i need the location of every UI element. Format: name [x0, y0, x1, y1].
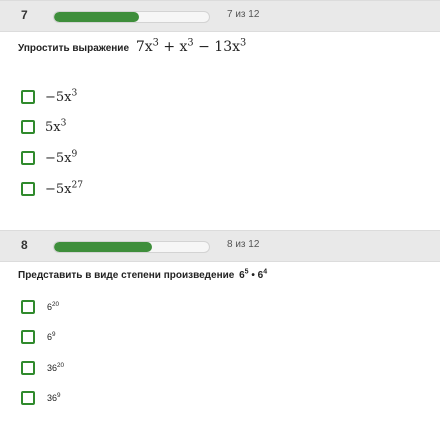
answer-label: 3620: [47, 362, 65, 373]
expression-term: 7x: [135, 39, 153, 55]
expression-operator: −: [198, 39, 210, 55]
answer-checkbox[interactable]: [21, 151, 35, 165]
answer-label: 620: [47, 301, 60, 312]
expression-exponent: 3: [240, 37, 247, 49]
answer-label: −5x3: [45, 88, 78, 105]
question-prompt: Упростить выражение 7x3 + x3 − 13x3: [18, 37, 247, 55]
answer-checkbox[interactable]: [21, 90, 35, 104]
expression: 7x3 + x3 − 13x3: [135, 37, 247, 55]
expression-exponent: 5: [244, 268, 249, 276]
answer-option[interactable]: 69: [21, 327, 56, 347]
answer-checkbox[interactable]: [21, 120, 35, 134]
expression-exponent: 4: [263, 268, 268, 276]
expression-operator: +: [163, 39, 176, 55]
answer-label: 369: [47, 392, 61, 403]
answer-option[interactable]: 620: [21, 297, 59, 317]
answer-label: −5x27: [45, 180, 84, 197]
answer-option[interactable]: 3620: [21, 358, 64, 378]
question-counter: 8 из 12: [227, 239, 260, 250]
progress-bar: [53, 11, 210, 23]
answer-label: −5x9: [45, 149, 78, 166]
answer-option[interactable]: −5x27: [21, 179, 83, 199]
answer-checkbox[interactable]: [21, 330, 35, 344]
answer-checkbox[interactable]: [21, 300, 35, 314]
question-prompt: Представить в виде степени произведение …: [18, 268, 268, 281]
expression-term: 13x: [214, 39, 240, 55]
expression-exponent: 3: [187, 37, 194, 49]
answer-checkbox[interactable]: [21, 182, 35, 196]
answer-option[interactable]: 5x3: [21, 117, 66, 137]
question-7: 7 7 из 12 Упростить выражение 7x3 + x3 −…: [0, 0, 448, 210]
expression-operator: •: [251, 270, 255, 281]
question-number: 8: [21, 238, 28, 252]
prompt-text: Представить в виде степени произведение: [18, 270, 235, 281]
question-header: 7 7 из 12: [0, 0, 440, 32]
answer-label: 69: [47, 331, 56, 342]
answer-checkbox[interactable]: [21, 391, 35, 405]
answer-label: 5x3: [45, 118, 67, 135]
question-8: 8 8 из 12 Представить в виде степени про…: [0, 230, 448, 423]
progress-fill: [54, 242, 152, 252]
question-number: 7: [21, 8, 28, 22]
answer-option[interactable]: −5x3: [21, 87, 77, 107]
answer-option[interactable]: 369: [21, 388, 61, 408]
prompt-text: Упростить выражение: [18, 43, 130, 54]
expression: 65 • 64: [239, 268, 268, 281]
answer-checkbox[interactable]: [21, 361, 35, 375]
progress-fill: [54, 12, 140, 22]
progress-bar: [53, 241, 210, 253]
expression-exponent: 3: [152, 37, 159, 49]
question-counter: 7 из 12: [227, 9, 260, 20]
answer-option[interactable]: −5x9: [21, 148, 77, 168]
question-header: 8 8 из 12: [0, 230, 440, 262]
